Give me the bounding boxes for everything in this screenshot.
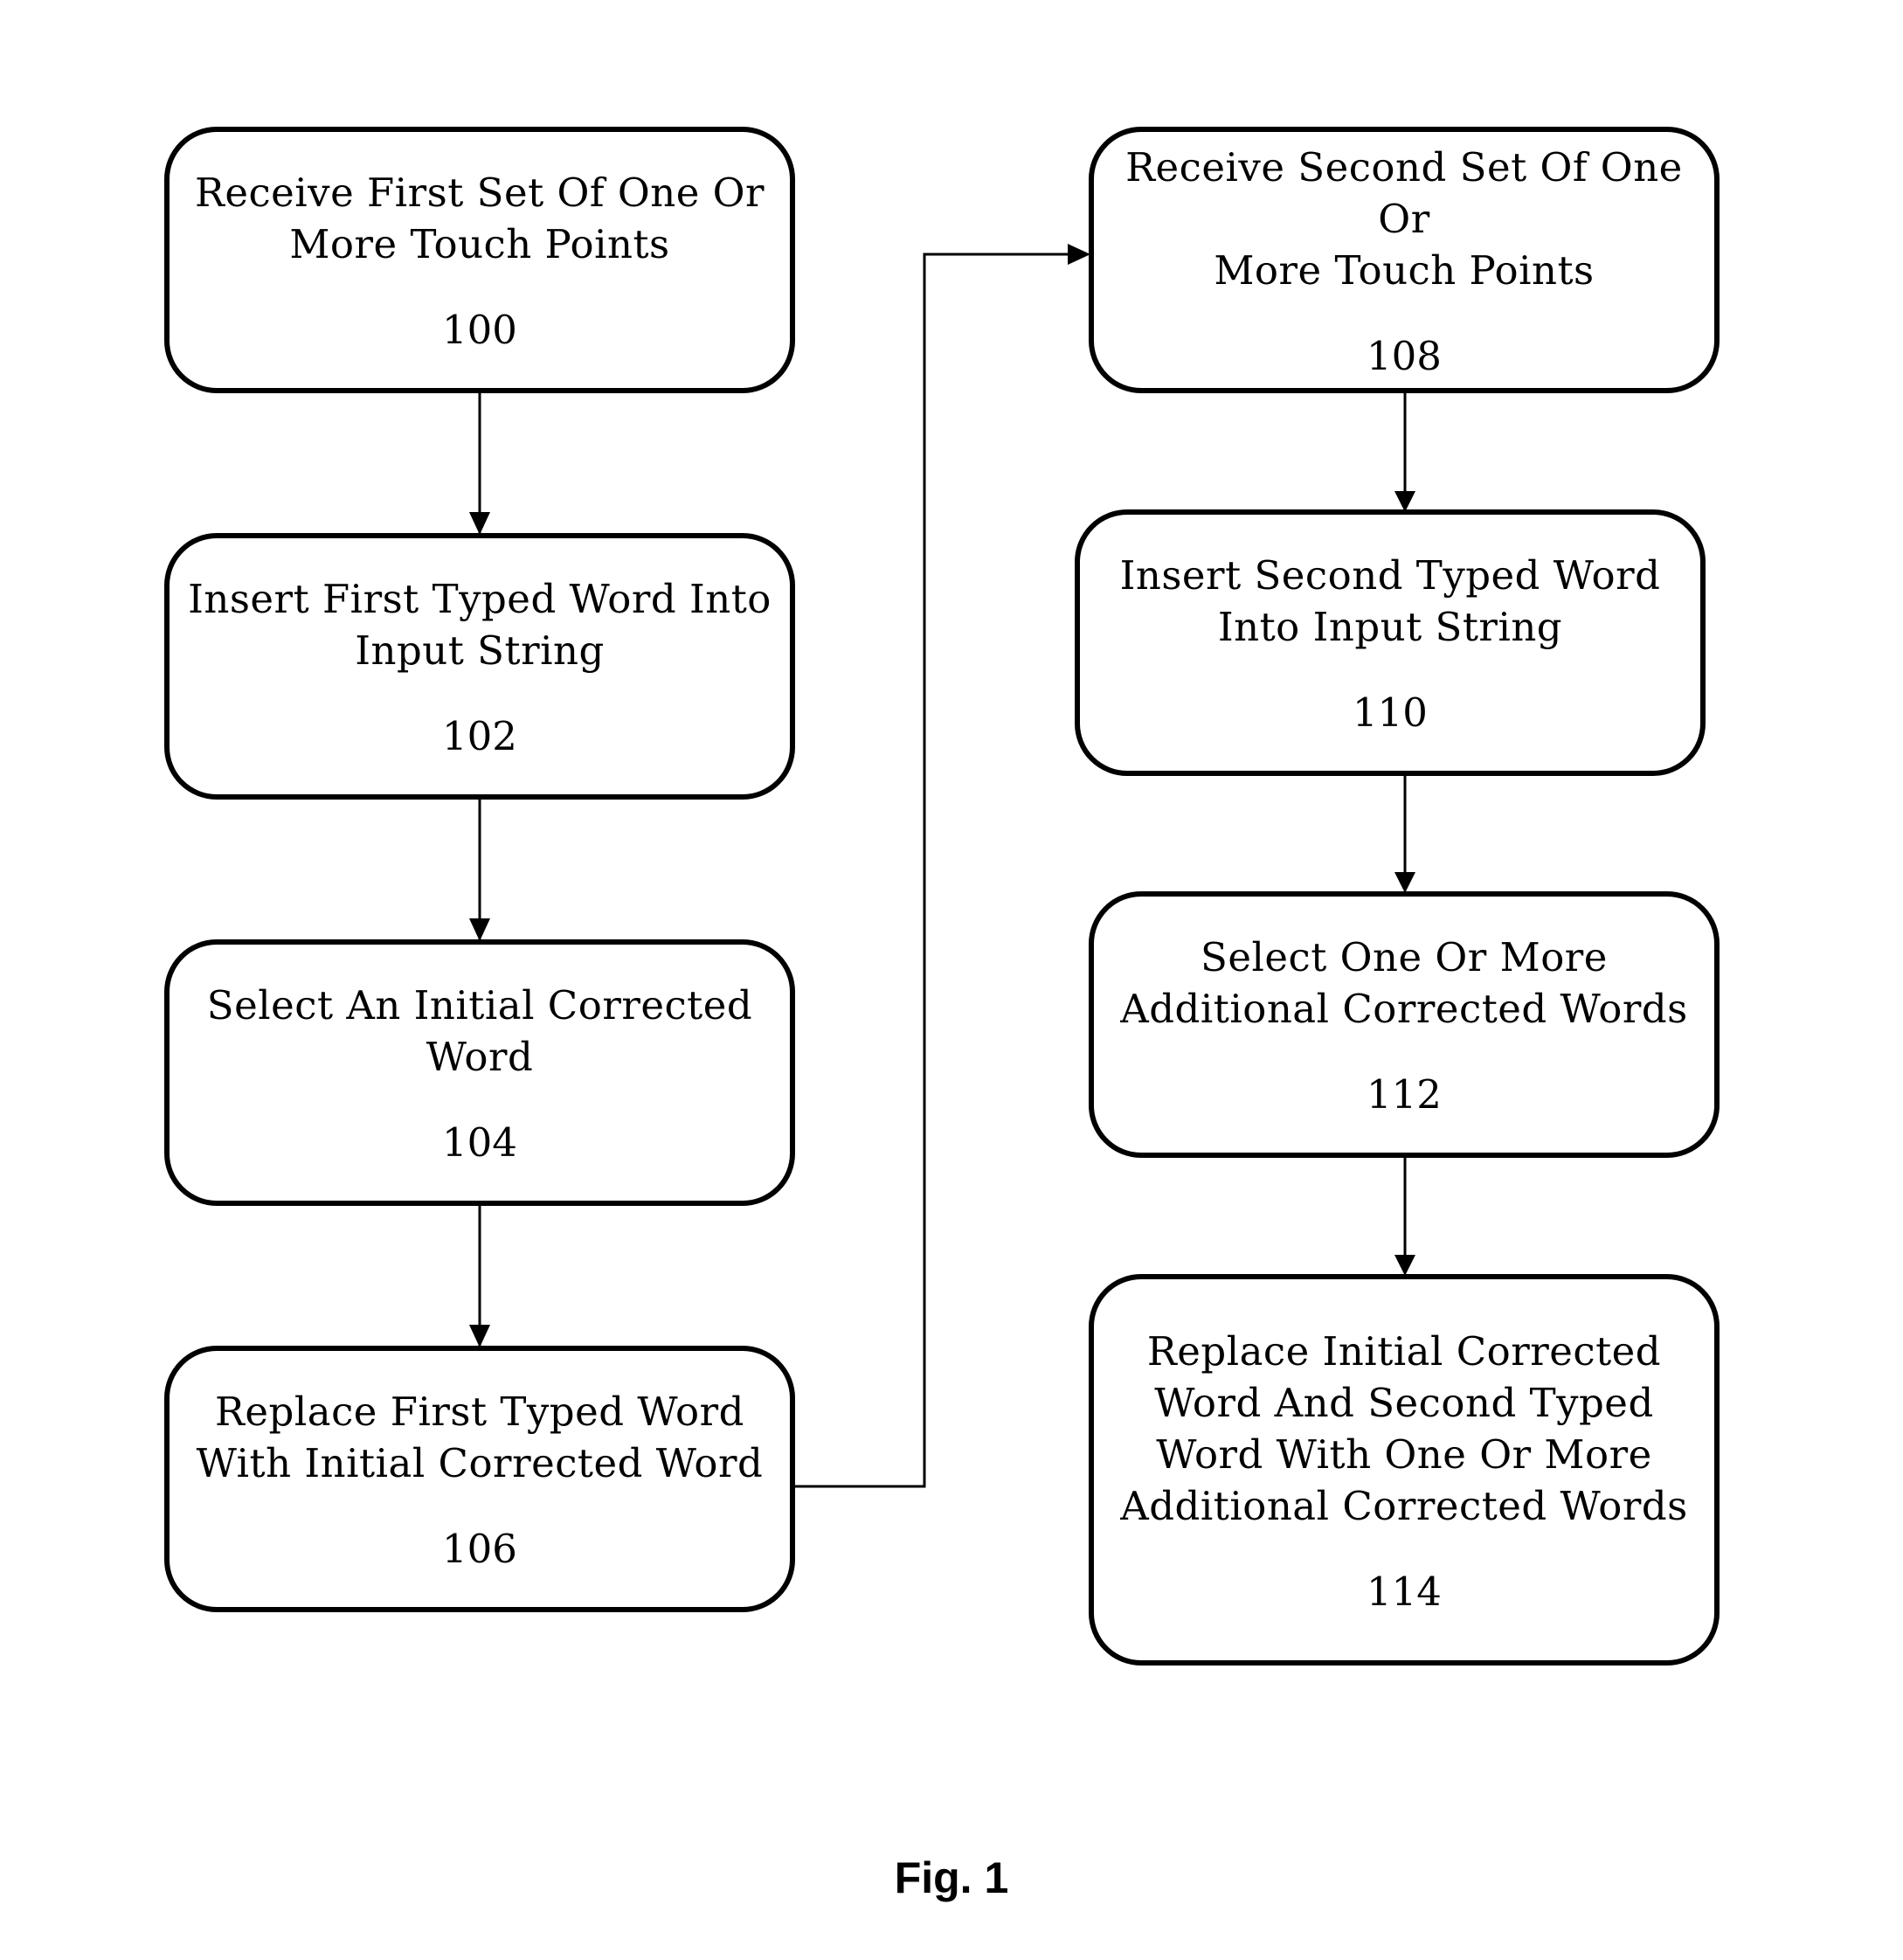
label-line: Insert Second Typed Word	[1119, 552, 1661, 599]
label-line: Insert First Typed Word Into	[188, 576, 772, 622]
step-112-box: Select One Or More Additional Corrected …	[1089, 891, 1720, 1158]
step-114-box: Replace Initial Corrected Word And Secon…	[1089, 1274, 1720, 1666]
label-line: More Touch Points	[1214, 246, 1595, 294]
step-100-number: 100	[442, 307, 517, 353]
arrowhead-102-to-104	[469, 918, 490, 941]
label-line: Select An Initial Corrected	[206, 982, 753, 1028]
arrowhead-106-to-108	[1068, 244, 1090, 265]
arrowhead-112-to-114	[1394, 1255, 1415, 1276]
step-102-number: 102	[442, 713, 517, 759]
label-line: Receive First Set Of One Or	[194, 170, 765, 216]
step-110-box: Insert Second Typed Word Into Input Stri…	[1075, 509, 1706, 776]
arrowhead-104-to-106	[469, 1325, 490, 1347]
step-100-label: Receive First Set Of One Or More Touch P…	[195, 167, 765, 270]
arrowhead-110-to-112	[1394, 872, 1415, 893]
arrowhead-100-to-102	[469, 512, 490, 535]
figure-caption: Fig. 1	[894, 1853, 1009, 1902]
step-102-box: Insert First Typed Word Into Input Strin…	[164, 533, 795, 800]
step-106-box: Replace First Typed Word With Initial Co…	[164, 1346, 795, 1612]
label-line: Word And Second Typed	[1154, 1379, 1654, 1426]
step-108-box: Receive Second Set Of One Or More Touch …	[1089, 127, 1720, 393]
step-114-number: 114	[1367, 1568, 1442, 1615]
step-108-label: Receive Second Set Of One Or More Touch …	[1094, 142, 1714, 296]
label-line: Replace First Typed Word	[215, 1389, 744, 1435]
label-line: Additional Corrected Words	[1120, 986, 1688, 1032]
label-line: Word	[426, 1034, 534, 1080]
step-106-label: Replace First Typed Word With Initial Co…	[197, 1386, 764, 1489]
step-108-number: 108	[1367, 332, 1442, 379]
label-line: Word With One Or More	[1156, 1430, 1652, 1478]
label-line: Select One Or More	[1201, 934, 1608, 980]
label-line: Input String	[355, 627, 605, 674]
label-line: Replace Initial Corrected	[1146, 1327, 1662, 1375]
step-100-box: Receive First Set Of One Or More Touch P…	[164, 127, 795, 393]
step-104-box: Select An Initial Corrected Word 104	[164, 939, 795, 1206]
step-114-label: Replace Initial Corrected Word And Secon…	[1120, 1326, 1687, 1532]
step-104-label: Select An Initial Corrected Word	[207, 980, 752, 1083]
step-102-label: Insert First Typed Word Into Input Strin…	[188, 573, 772, 676]
label-line: Additional Corrected Words	[1120, 1482, 1688, 1529]
label-line: Into Input String	[1217, 604, 1563, 650]
label-line: Receive Second Set Of One Or	[1125, 143, 1683, 242]
step-106-number: 106	[442, 1526, 517, 1572]
step-112-number: 112	[1367, 1071, 1442, 1118]
step-104-number: 104	[442, 1119, 517, 1166]
arrow-106-to-108	[795, 253, 1075, 1488]
label-line: With Initial Corrected Word	[196, 1440, 764, 1486]
step-110-number: 110	[1353, 689, 1428, 736]
step-112-label: Select One Or More Additional Corrected …	[1120, 932, 1687, 1035]
label-line: More Touch Points	[289, 221, 670, 267]
step-110-label: Insert Second Typed Word Into Input Stri…	[1120, 550, 1661, 653]
